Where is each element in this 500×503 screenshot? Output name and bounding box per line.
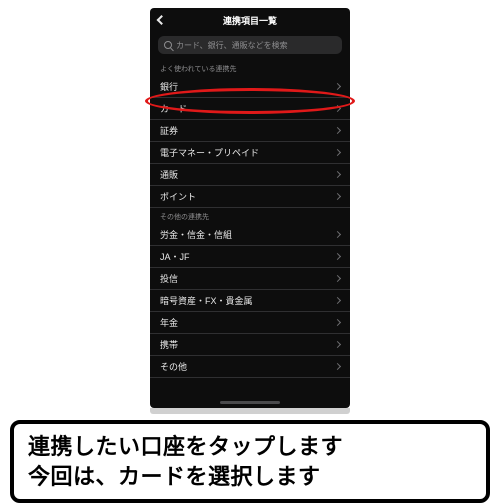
list-item-label: 暗号資産・FX・貴金属: [160, 294, 253, 307]
list-item-other[interactable]: その他: [150, 356, 350, 378]
list-item-label: 証券: [160, 124, 178, 137]
instruction-caption: 連携したい口座をタップします 今回は、カードを選択します: [10, 420, 490, 503]
chevron-right-icon: [334, 105, 341, 112]
home-indicator[interactable]: [220, 401, 280, 404]
back-icon[interactable]: [157, 15, 167, 25]
list-item-pension[interactable]: 年金: [150, 312, 350, 334]
list-item-toushin[interactable]: 投信: [150, 268, 350, 290]
search-input[interactable]: カード、銀行、通販などを検索: [158, 36, 342, 54]
list-item-emoney[interactable]: 電子マネー・プリペイド: [150, 142, 350, 164]
list-item-ja-jf[interactable]: JA・JF: [150, 246, 350, 268]
list-item-label: 投信: [160, 272, 178, 285]
chevron-right-icon: [334, 275, 341, 282]
list-item-crypto-fx[interactable]: 暗号資産・FX・貴金属: [150, 290, 350, 312]
list-item-ecommerce[interactable]: 通販: [150, 164, 350, 186]
chevron-right-icon: [334, 193, 341, 200]
list-item-label: 年金: [160, 316, 178, 329]
list-item-label: その他: [160, 360, 187, 373]
section-label-other: その他の連携先: [150, 208, 350, 224]
list-item-securities[interactable]: 証券: [150, 120, 350, 142]
list-item-card[interactable]: カード: [150, 98, 350, 120]
search-icon: [164, 41, 172, 49]
phone-screen: 連携項目一覧 カード、銀行、通販などを検索 よく使われている連携先 銀行 カード…: [150, 8, 350, 408]
list-item-mobile[interactable]: 携帯: [150, 334, 350, 356]
nav-header: 連携項目一覧: [150, 8, 350, 32]
phone-bezel-shadow: [150, 408, 350, 414]
chevron-right-icon: [334, 363, 341, 370]
list-item-label: 電子マネー・プリペイド: [160, 146, 259, 159]
chevron-right-icon: [334, 171, 341, 178]
chevron-right-icon: [334, 231, 341, 238]
page-title: 連携項目一覧: [223, 14, 277, 27]
list-item-label: 銀行: [160, 80, 178, 93]
list-item-label: 通販: [160, 168, 178, 181]
chevron-right-icon: [334, 253, 341, 260]
chevron-right-icon: [334, 83, 341, 90]
chevron-right-icon: [334, 149, 341, 156]
list-item-label: カード: [160, 102, 187, 115]
chevron-right-icon: [334, 341, 341, 348]
list-item-label: 労金・信金・信組: [160, 228, 232, 241]
chevron-right-icon: [334, 319, 341, 326]
list-item-bank[interactable]: 銀行: [150, 76, 350, 98]
chevron-right-icon: [334, 297, 341, 304]
list-item-label: JA・JF: [160, 250, 190, 263]
section-label-popular: よく使われている連携先: [150, 60, 350, 76]
caption-line-1: 連携したい口座をタップします: [28, 432, 472, 462]
list-item-label: ポイント: [160, 190, 196, 203]
caption-line-2: 今回は、カードを選択します: [28, 462, 472, 492]
list-item-shinkin[interactable]: 労金・信金・信組: [150, 224, 350, 246]
search-placeholder: カード、銀行、通販などを検索: [176, 40, 288, 51]
chevron-right-icon: [334, 127, 341, 134]
list-item-points[interactable]: ポイント: [150, 186, 350, 208]
list-item-label: 携帯: [160, 338, 178, 351]
